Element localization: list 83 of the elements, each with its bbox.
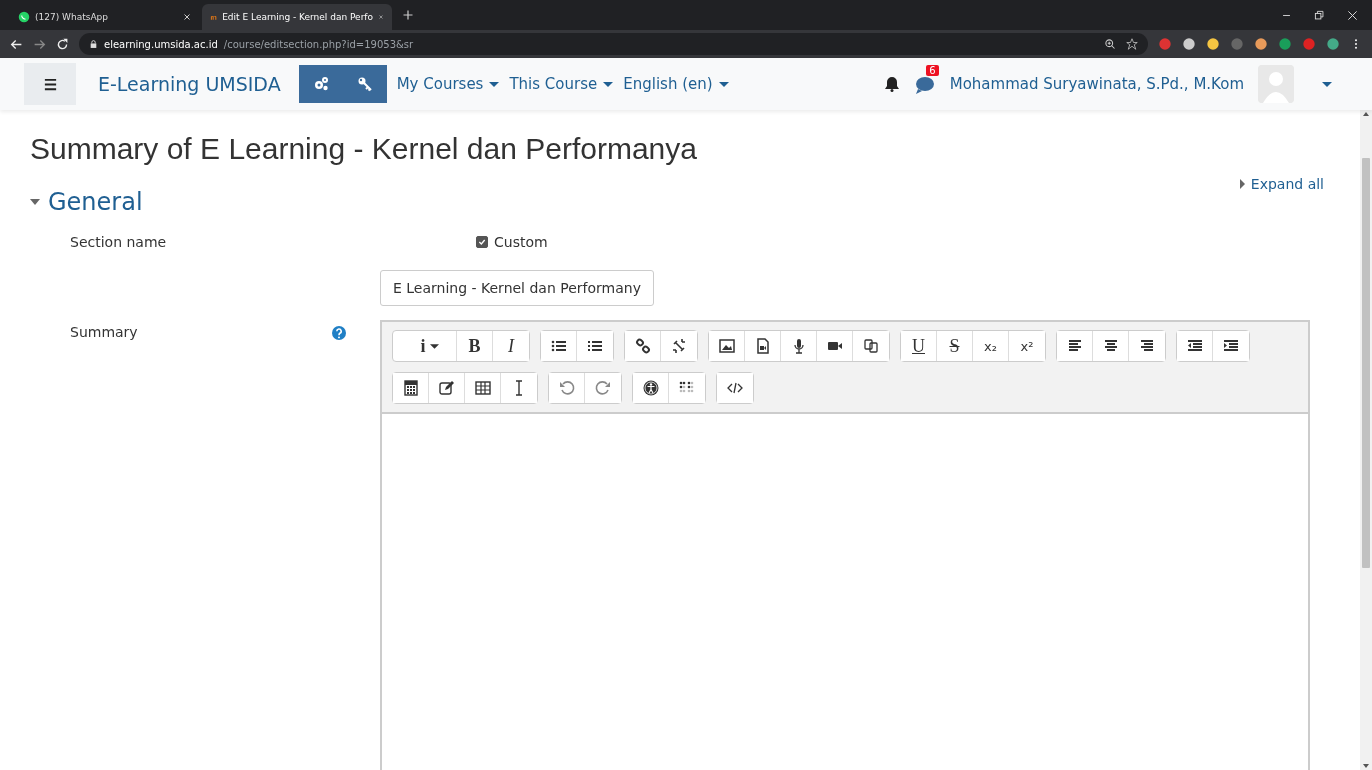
copy-icon — [863, 338, 879, 354]
accessibility-button[interactable] — [633, 373, 669, 403]
bell-icon — [883, 76, 900, 92]
extension-icon — [1254, 37, 1268, 51]
star-icon — [1126, 38, 1138, 50]
field-label: Section name — [70, 234, 168, 250]
align-left-icon — [1066, 338, 1083, 354]
align-center-icon — [1102, 338, 1119, 354]
close-icon — [1347, 9, 1358, 21]
browser-tab[interactable]: Edit E Learning - Kernel dan Perfo — [202, 4, 392, 30]
page-title: Summary of E Learning - Kernel dan Performanya — [30, 132, 698, 166]
underline-button[interactable]: U — [901, 331, 937, 361]
caret-down-icon — [30, 199, 40, 205]
restore-icon — [1314, 9, 1325, 21]
user-name[interactable]: Mohammad Suryawinata, S.Pd., M.Kom — [949, 75, 1244, 93]
plus-icon — [402, 9, 414, 21]
close-icon — [182, 12, 192, 22]
gears-icon — [312, 76, 329, 92]
indent-icon — [1223, 338, 1239, 354]
outdent-button[interactable] — [1177, 331, 1213, 361]
extension-icon — [1158, 37, 1172, 51]
extension-icon — [1230, 37, 1244, 51]
calculator-button[interactable] — [393, 373, 429, 403]
url-host: elearning.umsida.ac.id — [104, 38, 218, 50]
nav-menu[interactable]: English (en) — [623, 75, 729, 93]
message-count: 6 — [926, 65, 939, 76]
scroll-down-icon — [1362, 762, 1370, 770]
code-icon — [727, 380, 743, 396]
back-icon — [10, 37, 23, 51]
bullet-list-icon — [550, 338, 567, 354]
caret-icon — [1322, 81, 1332, 87]
undo-button[interactable] — [549, 373, 585, 403]
check-icon — [478, 238, 486, 246]
extension-icon — [1326, 37, 1340, 51]
forward-icon — [33, 37, 46, 51]
reload-icon — [56, 37, 69, 51]
pencil-square-icon — [438, 380, 455, 396]
section-name-field[interactable]: E Learning - Kernel dan Performany — [380, 270, 654, 306]
table-icon — [474, 380, 491, 396]
extension-icon — [1206, 37, 1220, 51]
address-bar[interactable]: elearning.umsida.ac.id /course/editsection.php?id=19053&sr — [79, 33, 1148, 55]
menu-icon — [42, 76, 58, 92]
key-icon — [356, 76, 373, 92]
field-label: Summary — [70, 323, 139, 342]
broken-link-icon — [671, 338, 687, 354]
checkbox-label: Custom — [494, 234, 548, 250]
chat-icon — [18, 11, 30, 23]
video-file-icon — [754, 338, 771, 354]
section-title: General — [48, 188, 143, 216]
help-icon — [332, 326, 346, 340]
zoom-icon — [1104, 38, 1116, 50]
caret-icon — [429, 343, 439, 349]
bullet-list-button[interactable] — [541, 331, 577, 361]
extension-icon — [1182, 37, 1196, 51]
link-icon — [634, 338, 651, 354]
caret-icon — [718, 81, 729, 87]
lock-icon — [89, 39, 98, 49]
caret-right-icon — [1239, 179, 1245, 189]
code-button[interactable] — [717, 373, 753, 403]
caret-icon — [489, 81, 500, 87]
calculator-icon — [402, 380, 419, 396]
image-icon — [718, 338, 735, 354]
align-right-icon — [1139, 338, 1155, 354]
extension-icon — [1278, 37, 1292, 51]
outdent-icon — [1186, 338, 1203, 354]
undo-icon — [558, 380, 575, 396]
align-left-button[interactable] — [1057, 331, 1093, 361]
browser-tab[interactable]: (127) WhatsApp — [10, 4, 200, 30]
accessibility-icon — [642, 380, 659, 396]
checkbox[interactable] — [476, 236, 488, 248]
extension-icon — [1302, 37, 1316, 51]
url-path: /course/editsection.php?id=19053&sr — [223, 38, 414, 50]
image-button[interactable] — [709, 331, 745, 361]
redo-icon — [595, 380, 611, 396]
nav-menu[interactable]: My Courses — [396, 75, 500, 93]
nav-menu[interactable]: This Course — [509, 75, 614, 93]
menu-button[interactable] — [24, 63, 76, 105]
site-name[interactable]: E-Learning UMSIDA — [98, 73, 281, 95]
caret-icon — [603, 81, 614, 87]
scrollbar[interactable] — [1360, 110, 1372, 770]
expand-all-link[interactable]: Expand all — [1239, 176, 1324, 192]
link-button[interactable] — [625, 331, 661, 361]
numbered-list-icon — [587, 338, 603, 354]
